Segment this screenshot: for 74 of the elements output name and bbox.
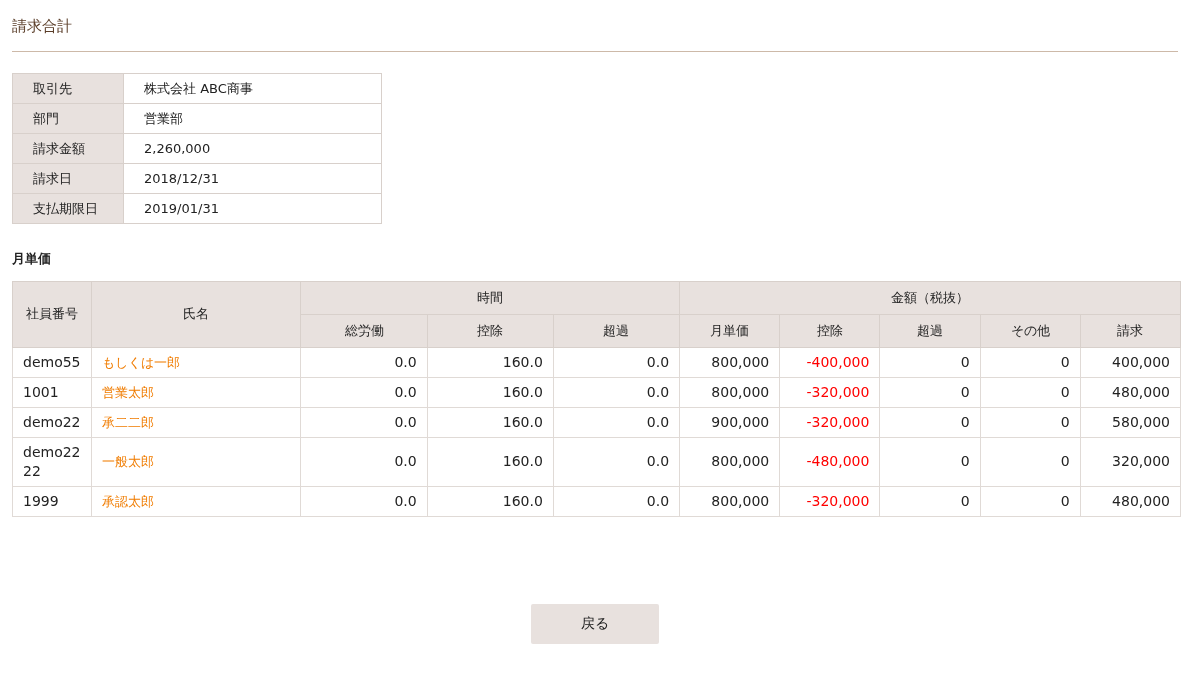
table-cell: 800,000 — [679, 437, 780, 486]
table-cell: 0 — [879, 437, 981, 486]
employee-name-link[interactable]: 承二二郎 — [102, 414, 155, 430]
field-label: 取引先 — [12, 73, 124, 104]
table-cell: 0 — [980, 347, 1081, 377]
column-header: 月単価 — [679, 314, 780, 347]
table-cell: 0 — [879, 347, 981, 377]
table-cell: 0 — [879, 407, 981, 437]
column-header: 総労働 — [300, 314, 428, 347]
table-cell: 400,000 — [1080, 347, 1181, 377]
table-cell: demo22 — [12, 407, 92, 437]
table-cell: 800,000 — [679, 347, 780, 377]
table-cell: 0.0 — [553, 437, 680, 486]
column-header: 超過 — [879, 314, 981, 347]
employee-name-link[interactable]: 承認太郎 — [102, 493, 155, 509]
table-cell: 320,000 — [1080, 437, 1181, 486]
column-header: 社員番号 — [12, 281, 92, 347]
table-cell: -320,000 — [779, 407, 880, 437]
table-cell: 900,000 — [679, 407, 780, 437]
page-title: 請求合計 — [12, 16, 73, 37]
table-cell: 0 — [980, 486, 1081, 516]
table-cell: 1001 — [12, 377, 92, 407]
table-cell: 0 — [980, 377, 1081, 407]
table-cell: 480,000 — [1080, 377, 1181, 407]
table-cell: 0.0 — [300, 377, 428, 407]
column-header: 氏名 — [91, 281, 301, 347]
table-cell: 0.0 — [553, 407, 680, 437]
table-cell: 160.0 — [427, 347, 554, 377]
table-cell: -320,000 — [779, 486, 880, 516]
field-value: 2018/12/31 — [123, 163, 382, 194]
column-header: 請求 — [1080, 314, 1181, 347]
table-cell: 1999 — [12, 486, 92, 516]
column-header: 控除 — [779, 314, 880, 347]
table-cell: 0.0 — [300, 486, 428, 516]
employee-name-link[interactable]: 営業太郎 — [102, 384, 155, 400]
field-label: 支払期限日 — [12, 193, 124, 224]
table-cell: 0.0 — [300, 437, 428, 486]
table-cell: 0.0 — [300, 347, 428, 377]
table-cell: 160.0 — [427, 486, 554, 516]
table-cell: 0.0 — [553, 347, 680, 377]
column-group-header: 時間 — [300, 281, 680, 314]
table-cell: 800,000 — [679, 377, 780, 407]
table-cell: 160.0 — [427, 407, 554, 437]
field-label: 請求金額 — [12, 133, 124, 164]
employee-name-link[interactable]: 一般太郎 — [102, 454, 155, 469]
table-cell: 0.0 — [553, 377, 680, 407]
column-header: 超過 — [553, 314, 680, 347]
table-cell: -400,000 — [779, 347, 880, 377]
column-group-header: 金額（税抜） — [679, 281, 1181, 314]
table-cell: 160.0 — [427, 377, 554, 407]
field-label: 部門 — [12, 103, 124, 134]
table-cell: 0.0 — [300, 407, 428, 437]
table-cell: -480,000 — [779, 437, 880, 486]
back-button[interactable]: 戻る — [531, 603, 659, 644]
table-cell: 800,000 — [679, 486, 780, 516]
field-value: 株式会社 ABC商事 — [123, 73, 382, 104]
table-cell: 0 — [980, 407, 1081, 437]
field-label: 請求日 — [12, 163, 124, 194]
table-cell: 0 — [879, 486, 981, 516]
table-cell: 580,000 — [1080, 407, 1181, 437]
table-cell: 160.0 — [427, 437, 554, 486]
column-header: 控除 — [427, 314, 554, 347]
field-value: 営業部 — [123, 103, 382, 134]
table-cell: 0 — [980, 437, 1081, 486]
table-cell: -320,000 — [779, 377, 880, 407]
field-value: 2,260,000 — [123, 133, 382, 164]
table-cell: demo55 — [12, 347, 92, 377]
section-title: 月単価 — [12, 250, 52, 268]
field-value: 2019/01/31 — [123, 193, 382, 224]
table-cell: 480,000 — [1080, 486, 1181, 516]
table-cell: demo2222 — [12, 437, 92, 486]
column-header: その他 — [980, 314, 1081, 347]
table-cell: 0.0 — [553, 486, 680, 516]
table-cell: 0 — [879, 377, 981, 407]
